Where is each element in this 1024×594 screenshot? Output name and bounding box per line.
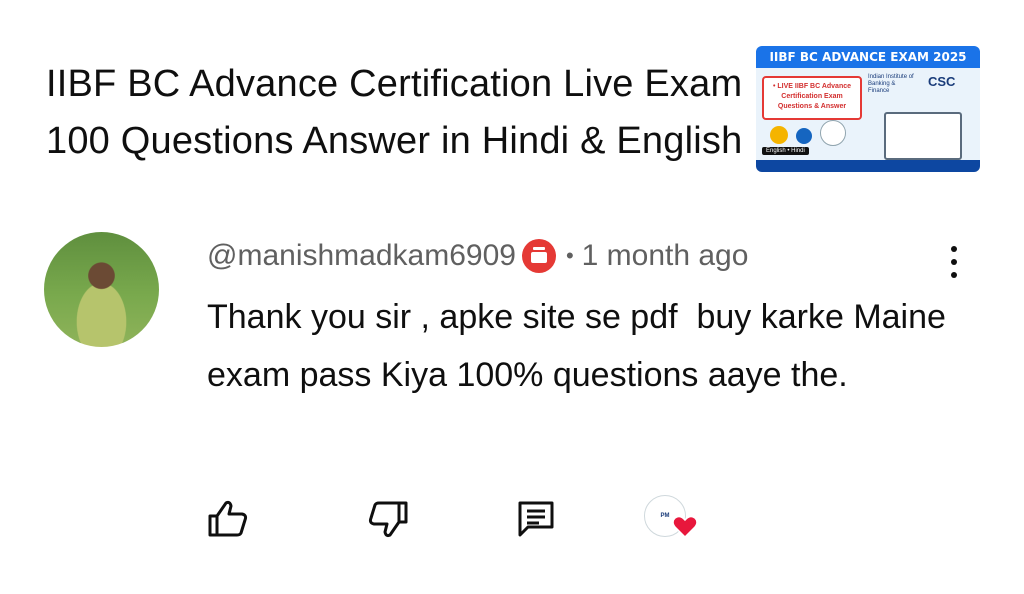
reply-button[interactable]: [512, 495, 560, 543]
comment-time[interactable]: 1 month ago: [582, 239, 749, 273]
avatar[interactable]: [44, 232, 159, 347]
meta-separator: •: [565, 243, 574, 268]
comment-text: Thank you sir , apke site se pdf buy kar…: [207, 298, 956, 394]
thumbs-down-icon: [368, 501, 408, 538]
thumbnail-laptop-image: [878, 112, 966, 166]
video-title[interactable]: IIBF BC Advance Certification Live Exam …: [46, 56, 746, 170]
comment-author[interactable]: @manishmadkam6909: [207, 239, 516, 273]
thumbnail-live-box: • LIVE IIBF BC Advance Certification Exa…: [762, 76, 862, 120]
video-header[interactable]: IIBF BC Advance Certification Live Exam …: [46, 56, 746, 170]
comment-icon: [518, 501, 554, 537]
thumbnail-qa-icon: [796, 128, 812, 144]
thumbnail-csc-logo: CSC: [928, 74, 956, 89]
thumbnail-org-logo: Indian Institute of Banking & Finance: [868, 74, 914, 94]
thumbnail-banner: IIBF BC ADVANCE EXAM 2025: [756, 46, 980, 68]
member-badge-icon: [521, 239, 556, 273]
thumbnail-medal-icon: [770, 126, 788, 144]
more-vert-icon[interactable]: [940, 246, 968, 286]
thumbnail-language: English • Hindi: [762, 147, 809, 155]
comment-body: @manishmadkam6909 • 1 month ago Thank yo…: [207, 236, 947, 404]
comment-meta: @manishmadkam6909 • 1 month ago: [207, 236, 947, 276]
thumbnail-footer: [756, 160, 980, 172]
video-thumbnail[interactable]: IIBF BC ADVANCE EXAM 2025 • LIVE IIBF BC…: [756, 46, 980, 172]
thumbnail-logo-icon: [820, 120, 846, 146]
creator-heart: PM: [644, 495, 706, 543]
like-button[interactable]: [204, 495, 252, 543]
creator-heart-icon: [672, 515, 698, 539]
thumbs-up-icon: [208, 500, 248, 537]
dislike-button[interactable]: [364, 495, 412, 543]
